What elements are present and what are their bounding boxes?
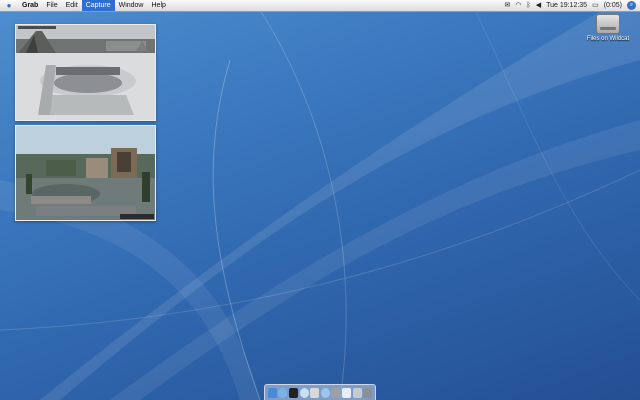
mail-status-icon[interactable]: ✉ <box>505 0 511 11</box>
menu-capture[interactable]: Capture <box>81 0 115 11</box>
bluetooth-icon[interactable]: ᛒ <box>526 0 530 11</box>
menu-clock[interactable]: Tue 19:12:35 <box>546 0 587 11</box>
finder-icon[interactable] <box>267 387 277 398</box>
grab-icon[interactable] <box>352 387 362 398</box>
desktop-icon-disk[interactable]: Files on Wildcat <box>585 14 631 42</box>
mail-icon[interactable] <box>310 387 320 398</box>
wifi-icon[interactable]: ◠ <box>515 0 521 11</box>
menu-help[interactable]: Help <box>148 0 170 11</box>
battery-time[interactable]: (0:05) <box>604 0 622 11</box>
itunes-icon[interactable] <box>299 387 309 398</box>
menu-window[interactable]: Window <box>115 0 148 11</box>
volume-icon[interactable]: ◀ <box>536 0 541 11</box>
menu-file[interactable]: File <box>42 0 61 11</box>
dock <box>264 384 376 400</box>
webcam-image-entrance <box>16 126 155 220</box>
menu-app-grab[interactable]: Grab <box>18 0 42 11</box>
trash-icon[interactable] <box>363 387 373 398</box>
webcam-thumbnail-entrance[interactable] <box>15 125 156 221</box>
hard-drive-icon <box>596 14 620 34</box>
safari-icon[interactable] <box>278 387 288 398</box>
menu-bar: ● Grab File Edit Capture Window Help ✉ ◠… <box>0 0 640 12</box>
terminal-icon[interactable] <box>288 387 298 398</box>
battery-icon[interactable]: ▭ <box>592 0 599 11</box>
preferences-icon[interactable] <box>331 387 341 398</box>
webcam-thumbnail-park[interactable] <box>15 24 156 121</box>
apple-menu-icon[interactable]: ● <box>0 0 18 11</box>
webcam-image-snow <box>16 25 155 120</box>
spotlight-icon[interactable]: ⌕ <box>627 1 636 10</box>
ichat-icon[interactable] <box>320 387 330 398</box>
menu-extras: ✉ ◠ ᛒ ◀ Tue 19:12:35 ▭ (0:05) ⌕ <box>505 0 636 11</box>
preview-icon[interactable] <box>341 387 351 398</box>
menu-edit[interactable]: Edit <box>62 0 82 11</box>
disk-label: Files on Wildcat <box>586 36 630 42</box>
